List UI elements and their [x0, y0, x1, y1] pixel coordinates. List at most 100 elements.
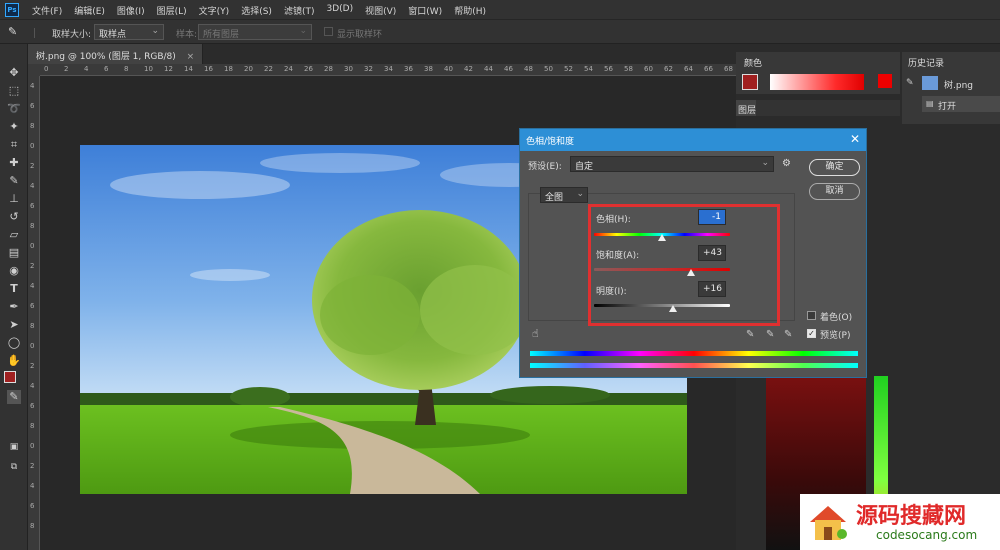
close-icon[interactable]: ✕	[850, 132, 860, 146]
ruler-corner	[28, 64, 40, 76]
ruler-v-label: 4	[30, 282, 35, 290]
preset-label: 预设(E):	[528, 162, 562, 172]
color-panel-tab[interactable]: 颜色	[744, 56, 762, 69]
hand-tool-icon[interactable]: ✋	[7, 354, 21, 368]
cancel-button[interactable]: 取消	[809, 183, 860, 200]
eraser-tool-icon[interactable]: ▱	[7, 228, 21, 242]
ok-button[interactable]: 确定	[809, 159, 860, 176]
magic-wand-tool-icon[interactable]: ✦	[7, 120, 21, 134]
screen-mode-icon[interactable]: ⧉	[7, 460, 21, 474]
history-state-open[interactable]: ▤ 打开	[922, 96, 1000, 112]
marquee-tool-icon[interactable]: ⬚	[7, 84, 21, 98]
menu-file[interactable]: 文件(F)	[32, 4, 62, 17]
out-of-gamut-swatch[interactable]	[878, 74, 892, 88]
ruler-h-label: 30	[344, 65, 353, 73]
ruler-h-label: 2	[64, 65, 69, 73]
ruler-h-label: 36	[404, 65, 413, 73]
document-tabs: 树.png @ 100% (图层 1, RGB/8) ×	[28, 44, 736, 64]
layers-panel-tab[interactable]: 图层	[738, 103, 756, 116]
brush-tool-icon[interactable]: ✎	[7, 174, 21, 188]
ruler-h-label: 46	[504, 65, 513, 73]
menu-filter[interactable]: 滤镜(T)	[284, 4, 315, 17]
ruler-v-label: 2	[30, 262, 35, 270]
dialog-titlebar[interactable]: 色相/饱和度	[520, 129, 866, 151]
layers-panel-header: 图层	[736, 100, 900, 116]
ellipse-tool-icon[interactable]: ◯	[7, 336, 21, 350]
eyedropper-tool-preset-icon[interactable]: ✎	[8, 25, 28, 39]
horizontal-ruler: 0 2 4 6 8 10 12 14 16 18 20 22 24 26 28 30 32 34 36 38 40 42 4…	[40, 64, 736, 76]
path-selection-tool-icon[interactable]: ➤	[7, 318, 21, 332]
eyedropper-icon[interactable]: ✎	[746, 329, 754, 340]
ruler-h-label: 28	[324, 65, 333, 73]
clone-stamp-tool-icon[interactable]: ⊥	[7, 192, 21, 206]
colorize-label: 着色(O)	[820, 313, 853, 323]
menu-layer[interactable]: 图层(L)	[157, 4, 187, 17]
ruler-h-label: 60	[644, 65, 653, 73]
tools-panel: ✥ ⬚ ➰ ✦ ⌗ ✚ ✎ ⊥ ↺ ▱ ▤ ◉ T ✒ ➤ ◯ ✋ ⌕ ✎ ▣ …	[0, 44, 28, 550]
color-panel-foreground[interactable]	[742, 74, 758, 90]
ruler-v-label: 8	[30, 422, 35, 430]
sample-select[interactable]: 所有图层 ⌄	[198, 24, 312, 40]
gradient-tool-icon[interactable]: ▤	[7, 246, 21, 260]
eyedropper-tool-icon[interactable]: ✎	[7, 390, 21, 404]
type-tool-icon[interactable]: T	[7, 282, 21, 296]
menu-view[interactable]: 视图(V)	[365, 4, 396, 17]
foreground-color-swatch[interactable]	[4, 371, 16, 383]
ruler-h-label: 54	[584, 65, 593, 73]
menu-3d[interactable]: 3D(D)	[326, 4, 353, 17]
ruler-v-label: 2	[30, 162, 35, 170]
ruler-h-label: 38	[424, 65, 433, 73]
eyedropper-add-icon[interactable]: ✎	[766, 329, 774, 340]
crop-tool-icon[interactable]: ⌗	[7, 138, 21, 152]
targeted-adjustment-hand-icon[interactable]: ☝	[532, 327, 539, 340]
ruler-h-label: 44	[484, 65, 493, 73]
menu-help[interactable]: 帮助(H)	[454, 4, 486, 17]
menu-window[interactable]: 窗口(W)	[408, 4, 442, 17]
history-snapshot-thumbnail[interactable]	[922, 76, 938, 90]
ruler-h-label: 58	[624, 65, 633, 73]
colorize-checkbox[interactable]	[807, 311, 816, 320]
ruler-v-label: 8	[30, 222, 35, 230]
history-snapshot-label[interactable]: 树.png	[944, 78, 973, 91]
menu-select[interactable]: 选择(S)	[241, 4, 272, 17]
color-ramp[interactable]	[770, 74, 864, 90]
quick-mask-icon[interactable]: ▣	[7, 440, 21, 454]
ruler-h-label: 8	[124, 65, 129, 73]
ruler-v-label: 2	[30, 362, 35, 370]
dialog-title: 色相/饱和度	[526, 137, 575, 147]
ruler-h-label: 0	[44, 65, 49, 73]
ruler-h-label: 26	[304, 65, 313, 73]
preview-checkbox[interactable]: ✓	[807, 329, 816, 338]
dodge-tool-icon[interactable]: ◉	[7, 264, 21, 278]
ruler-h-label: 68	[724, 65, 733, 73]
ruler-h-label: 62	[664, 65, 673, 73]
ruler-v-label: 4	[30, 82, 35, 90]
ruler-h-label: 16	[204, 65, 213, 73]
lasso-tool-icon[interactable]: ➰	[7, 102, 21, 116]
history-brush-tool-icon[interactable]: ↺	[7, 210, 21, 224]
history-panel-tab[interactable]: 历史记录	[908, 56, 944, 69]
channel-select[interactable]: 全图 ⌄	[540, 187, 588, 203]
output-spectrum-bar	[530, 363, 858, 368]
input-spectrum-bar	[530, 351, 858, 356]
menu-bar: Ps 文件(F) 编辑(E) 图像(I) 图层(L) 文字(Y) 选择(S) 滤…	[0, 0, 1000, 20]
show-ring-checkbox[interactable]	[324, 27, 333, 36]
history-brush-source-icon[interactable]: ✎	[906, 78, 920, 90]
close-tab-icon[interactable]: ×	[187, 52, 195, 62]
menu-edit[interactable]: 编辑(E)	[74, 4, 105, 17]
sample-size-select[interactable]: 取样点 ⌄	[94, 24, 164, 40]
pen-tool-icon[interactable]: ✒	[7, 300, 21, 314]
sample-label: 样本:	[176, 30, 198, 40]
preset-options-gear-icon[interactable]: ⚙	[782, 158, 791, 169]
ruler-h-label: 24	[284, 65, 293, 73]
menu-image[interactable]: 图像(I)	[117, 4, 145, 17]
preset-select[interactable]: 自定 ⌄	[570, 156, 774, 172]
eyedropper-subtract-icon[interactable]: ✎	[784, 329, 792, 340]
ruler-v-label: 0	[30, 442, 35, 450]
menu-type[interactable]: 文字(Y)	[199, 4, 230, 17]
ruler-v-label: 8	[30, 522, 35, 530]
ruler-v-label: 6	[30, 202, 35, 210]
move-tool-icon[interactable]: ✥	[7, 66, 21, 80]
document-tab[interactable]: 树.png @ 100% (图层 1, RGB/8) ×	[28, 44, 204, 64]
healing-brush-tool-icon[interactable]: ✚	[7, 156, 21, 170]
